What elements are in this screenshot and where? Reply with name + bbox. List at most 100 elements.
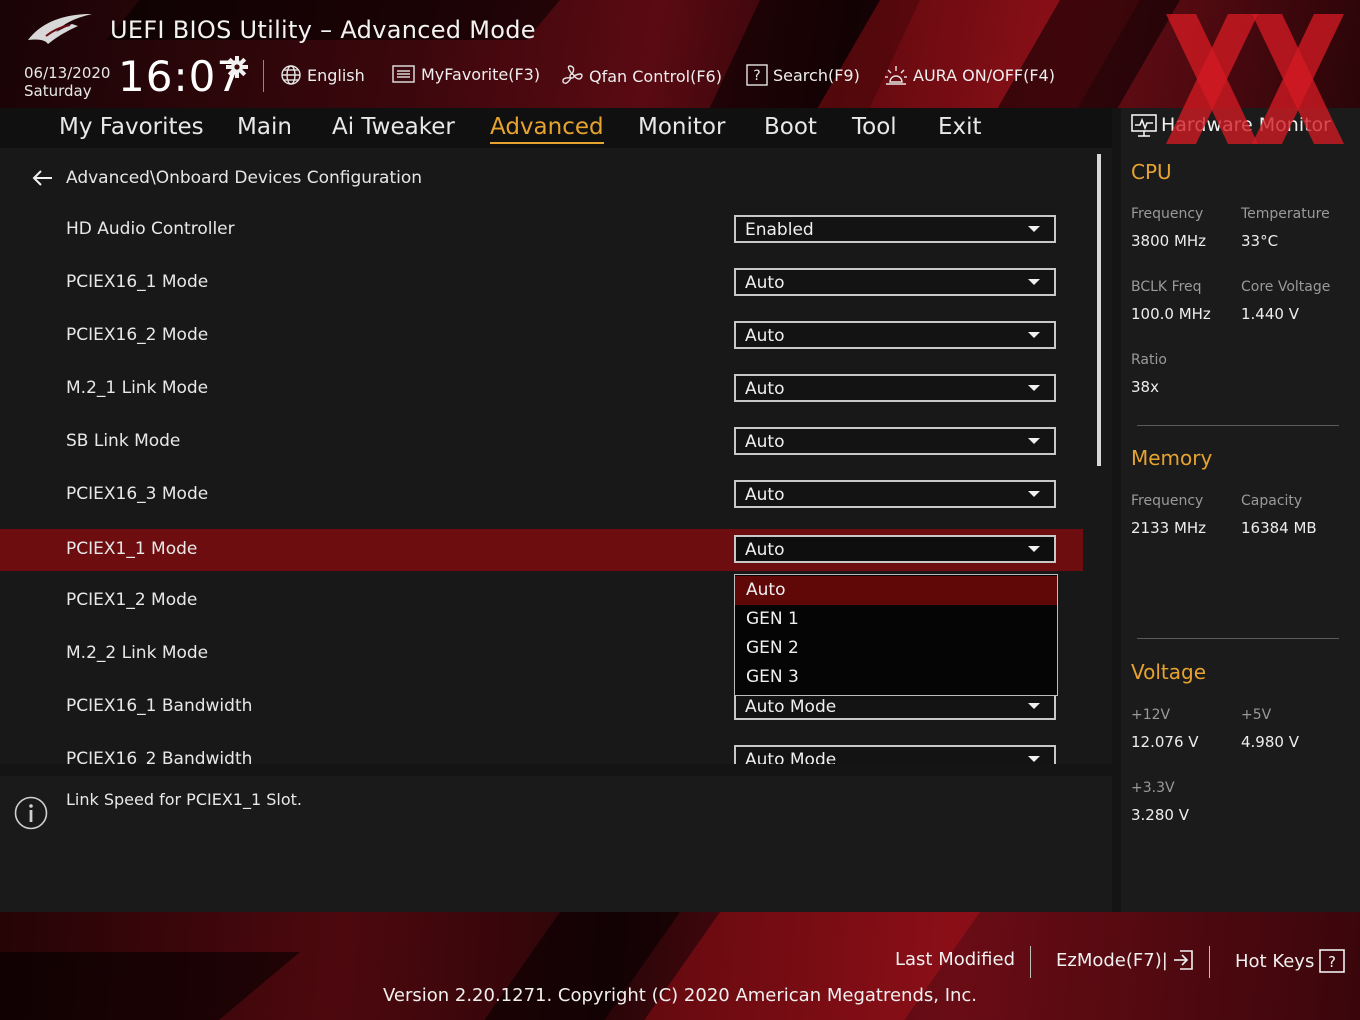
question-box-icon: ? bbox=[746, 64, 768, 86]
aura-light-icon bbox=[885, 66, 907, 85]
ezmode-button[interactable]: EzMode(F7)| bbox=[1056, 949, 1194, 971]
setting-row-pciex16-2-mode[interactable]: PCIEX16_2 Mode Auto bbox=[0, 315, 1083, 357]
memory-capacity-label: Capacity bbox=[1241, 493, 1303, 509]
hardware-monitor-panel: Hardware Monitor CPU Frequency Temperatu… bbox=[1121, 108, 1360, 912]
ratio-value: 38x bbox=[1131, 378, 1159, 396]
v5-value: 4.980 V bbox=[1241, 733, 1299, 751]
select-value: Auto bbox=[745, 540, 785, 560]
tab-my-favorites[interactable]: My Favorites bbox=[59, 112, 204, 142]
setting-label: M.2_1 Link Mode bbox=[66, 378, 209, 398]
select-value: Auto bbox=[745, 432, 785, 452]
header-bar: UEFI BIOS Utility – Advanced Mode 06/13/… bbox=[0, 0, 1360, 108]
rog-x-watermark-icon bbox=[1166, 14, 1344, 144]
option-gen-1[interactable]: GEN 1 bbox=[735, 605, 1057, 634]
option-gen-3[interactable]: GEN 3 bbox=[735, 663, 1057, 692]
rog-logo-icon bbox=[28, 14, 92, 44]
version-text: Version 2.20.1271. Copyright (C) 2020 Am… bbox=[382, 985, 978, 1006]
cpu-temperature-label: Temperature bbox=[1241, 206, 1330, 222]
setting-row-pciex16-3-mode[interactable]: PCIEX16_3 Mode Auto bbox=[0, 474, 1083, 516]
monitor-icon bbox=[1131, 114, 1157, 137]
setting-label: PCIEX16_1 Mode bbox=[66, 272, 209, 292]
main-nav-tabs: My Favorites Main Ai Tweaker Advanced Mo… bbox=[0, 108, 1112, 148]
voltage-heading: Voltage bbox=[1131, 660, 1207, 684]
date-display: 06/13/2020 Saturday bbox=[24, 64, 110, 100]
footer-divider bbox=[1209, 946, 1210, 978]
tab-monitor[interactable]: Monitor bbox=[638, 112, 725, 142]
select-value: Enabled bbox=[745, 220, 814, 240]
aura-toggle-button[interactable]: AURA ON/OFF(F4) bbox=[884, 64, 1055, 86]
select-value: Auto bbox=[745, 379, 785, 399]
dropdown-arrow-icon bbox=[1028, 385, 1040, 391]
tab-exit[interactable]: Exit bbox=[938, 112, 982, 142]
last-modified-label: Last Modified bbox=[895, 949, 1016, 970]
myfavorite-button[interactable]: MyFavorite(F3) bbox=[392, 64, 540, 84]
tab-tool[interactable]: Tool bbox=[852, 112, 897, 142]
breadcrumb-path: Advanced\Onboard Devices Configuration bbox=[66, 168, 423, 188]
setting-select[interactable]: Auto bbox=[734, 321, 1056, 349]
tab-ai-tweaker[interactable]: Ai Tweaker bbox=[332, 112, 455, 142]
memory-heading: Memory bbox=[1131, 446, 1213, 470]
section-divider bbox=[1137, 638, 1339, 639]
setting-label: HD Audio Controller bbox=[66, 219, 235, 239]
bclk-label: BCLK Freq bbox=[1131, 279, 1202, 295]
tab-boot[interactable]: Boot bbox=[764, 112, 817, 142]
v33-label: +3.3V bbox=[1131, 780, 1175, 796]
select-value: Auto Mode bbox=[745, 697, 837, 717]
setting-row-m2-1-link-mode[interactable]: M.2_1 Link Mode Auto bbox=[0, 368, 1083, 410]
setting-row-sb-link-mode[interactable]: SB Link Mode Auto bbox=[0, 421, 1083, 463]
question-box-icon: ? bbox=[1319, 949, 1346, 973]
v33-value: 3.280 V bbox=[1131, 806, 1189, 824]
setting-select[interactable]: Auto bbox=[734, 374, 1056, 402]
dropdown-arrow-icon bbox=[1028, 546, 1040, 552]
footer-bar: Last Modified EzMode(F7)| Hot Keys ? Ver… bbox=[0, 912, 1360, 1020]
language-button[interactable]: English bbox=[280, 64, 365, 86]
svg-text:?: ? bbox=[753, 68, 760, 84]
hot-keys-button[interactable]: Hot Keys ? bbox=[1235, 949, 1346, 973]
scrollbar[interactable] bbox=[1097, 154, 1101, 466]
tab-advanced[interactable]: Advanced bbox=[490, 112, 604, 144]
setting-select[interactable]: Auto bbox=[734, 268, 1056, 296]
search-label: Search(F9) bbox=[773, 65, 860, 85]
setting-select[interactable]: Auto bbox=[734, 535, 1056, 563]
setting-select[interactable]: Auto bbox=[734, 480, 1056, 508]
back-arrow-icon[interactable] bbox=[30, 169, 54, 187]
setting-row-hd-audio-controller[interactable]: HD Audio Controller Enabled bbox=[0, 209, 1083, 251]
memory-frequency-label: Frequency bbox=[1131, 493, 1204, 509]
memory-frequency-value: 2133 MHz bbox=[1131, 519, 1207, 537]
myfavorite-label: MyFavorite(F3) bbox=[421, 64, 541, 84]
ratio-label: Ratio bbox=[1131, 352, 1167, 368]
v12-value: 12.076 V bbox=[1131, 733, 1199, 751]
exit-arrow-icon bbox=[1173, 950, 1193, 970]
setting-row-pciex1-1-mode[interactable]: PCIEX1_1 Mode Auto bbox=[0, 529, 1083, 571]
svg-text:?: ? bbox=[1328, 953, 1336, 971]
option-auto[interactable]: Auto bbox=[735, 576, 1057, 605]
breadcrumb[interactable]: Advanced\Onboard Devices Configuration bbox=[30, 168, 422, 188]
option-gen-2[interactable]: GEN 2 bbox=[735, 634, 1057, 663]
setting-label: PCIEX16_2 Mode bbox=[66, 325, 209, 345]
setting-select[interactable]: Auto bbox=[734, 427, 1056, 455]
setting-row-pciex16-1-mode[interactable]: PCIEX16_1 Mode Auto bbox=[0, 262, 1083, 304]
setting-select[interactable]: Auto Mode bbox=[734, 692, 1056, 720]
search-button[interactable]: ? Search(F9) bbox=[746, 64, 860, 86]
setting-label: PCIEX16_2 Bandwidth bbox=[66, 749, 253, 764]
setting-row-pciex16-2-bandwidth[interactable]: PCIEX16_2 Bandwidth Auto Mode bbox=[0, 739, 1083, 764]
dropdown-arrow-icon bbox=[1028, 491, 1040, 497]
setting-label: PCIEX16_1 Bandwidth bbox=[66, 696, 253, 716]
qfan-control-button[interactable]: Qfan Control(F6) bbox=[560, 64, 722, 88]
setting-label: PCIEX1_2 Mode bbox=[66, 590, 198, 610]
tab-main[interactable]: Main bbox=[237, 112, 292, 142]
language-label: English bbox=[307, 65, 365, 85]
memory-capacity-value: 16384 MB bbox=[1241, 519, 1317, 537]
globe-icon bbox=[281, 65, 301, 85]
setting-select[interactable]: Auto Mode bbox=[734, 745, 1056, 764]
setting-label: M.2_2 Link Mode bbox=[66, 643, 209, 663]
dropdown-arrow-icon bbox=[1028, 332, 1040, 338]
setting-label: SB Link Mode bbox=[66, 431, 181, 451]
help-panel: Link Speed for PCIEX1_1 Slot. bbox=[0, 776, 1112, 912]
select-value: Auto bbox=[745, 485, 785, 505]
info-icon bbox=[14, 796, 48, 830]
setting-select[interactable]: Enabled bbox=[734, 215, 1056, 243]
gear-icon[interactable] bbox=[226, 56, 248, 78]
last-modified-button[interactable]: Last Modified bbox=[895, 949, 1015, 970]
setting-label: PCIEX16_3 Mode bbox=[66, 484, 209, 504]
